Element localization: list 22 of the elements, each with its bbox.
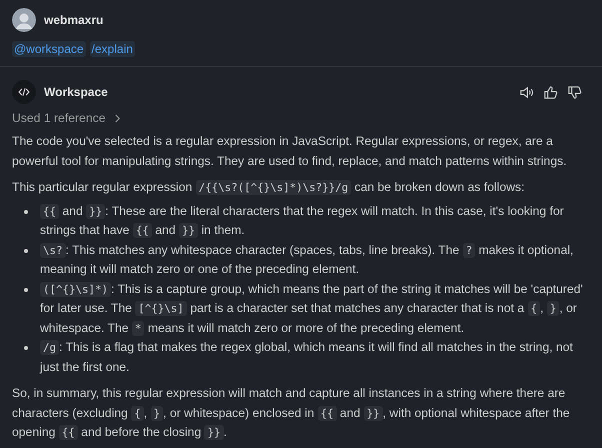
agent-name: Workspace: [44, 85, 108, 99]
bullet-icon: [24, 288, 28, 292]
list-item-text: /g : This is a flag that makes the regex global, which means it will find all matches in the string, not just the first one.: [40, 339, 574, 376]
command-tag: @workspace: [12, 41, 86, 57]
speaker-icon[interactable]: [519, 84, 534, 100]
bullet-icon: [24, 210, 28, 214]
list-item-text: {{ and }} : These are the literal characters that the regex will match. In this case, it's looking for strings that have {{ and }} in them.: [40, 202, 565, 240]
thumbs-up-icon[interactable]: [543, 84, 558, 100]
command-tag: /explain: [90, 41, 135, 57]
paragraph: So, in summary, this regular expression will match and capture all instances in a string where there are characters (excluding { , } , or whitespace) enclosed in {{ and }} , with optional whitespace after the opening {{ and before the closing }} .: [12, 385, 571, 442]
user-name: webmaxru: [44, 13, 104, 27]
paragraph: This particular regular expression /{{\s?([^{}\s]*)\s?}}/g can be broken down as follows:: [12, 179, 526, 197]
thumbs-down-icon[interactable]: [567, 84, 582, 100]
bullet-icon: [24, 248, 28, 252]
list-item-text: ([^{}\s]*) : This is a capture group, which means the part of the string it matches will be 'captured' for later use. The [^{}\s] part is a character set that matches any character that is not a { , } , or whitespace. The * means it will match zero or more of the preceding element.: [40, 280, 584, 338]
bullet-icon: [24, 346, 28, 350]
references-toggle[interactable]: Used 1 reference: [12, 111, 120, 125]
code-icon: [12, 80, 36, 104]
avatar: [12, 8, 36, 32]
list-item-text: \s? : This matches any whitespace character (spaces, tabs, line breaks). The ? makes it optional, meaning it will match zero or one of the preceding element.: [40, 242, 574, 278]
chevron-right-icon: [114, 114, 120, 122]
paragraph: The code you've selected is a regular expression in JavaScript. Regular expressions, or regex, are a powerful tool for manipulating strings. They are used to find, replace, and match patterns within strings.: [12, 133, 568, 170]
